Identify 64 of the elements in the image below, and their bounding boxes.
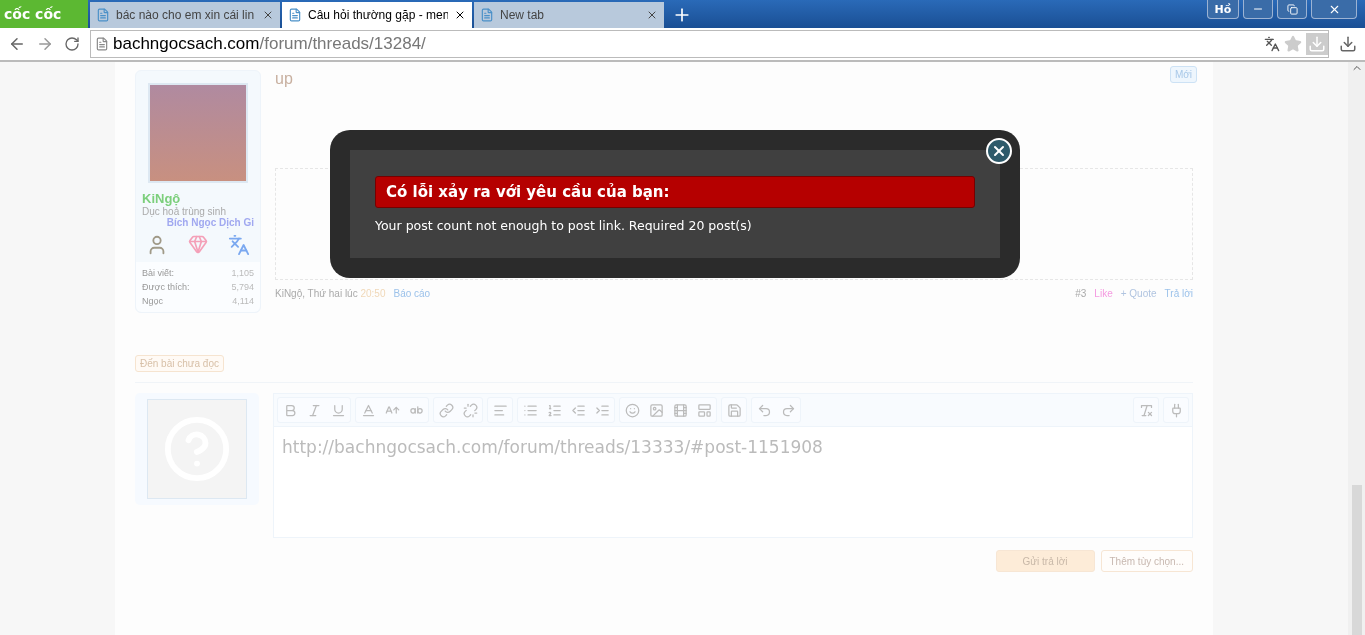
stat-value: 5,794 <box>231 282 254 292</box>
page-icon <box>480 8 494 22</box>
italic-icon[interactable] <box>306 402 322 418</box>
align-icon[interactable] <box>492 402 508 418</box>
stat-value: 4,114 <box>232 296 254 306</box>
stat-label: Bài viết: <box>142 268 174 278</box>
page-icon <box>288 8 302 22</box>
unlink-icon[interactable] <box>462 402 478 418</box>
user-rank: Bích Ngọc Dịch Gi <box>165 217 255 228</box>
username[interactable]: KiNgộ <box>136 191 260 206</box>
reply-input-field[interactable]: http://bachngocsach.com/forum/threads/13333/#post-1151908 <box>273 427 1193 538</box>
color-icon[interactable] <box>360 402 376 418</box>
forward-icon[interactable] <box>36 35 54 53</box>
redo-icon[interactable] <box>780 402 796 418</box>
numbers-icon[interactable] <box>546 402 562 418</box>
undo-icon[interactable] <box>756 402 772 418</box>
outdent-icon[interactable] <box>570 402 586 418</box>
browser-tab[interactable]: bác nào cho em xin cái lin <box>90 2 280 28</box>
clear-icon[interactable] <box>1138 402 1154 418</box>
stat-value: 1,105 <box>231 268 254 278</box>
image-icon[interactable] <box>648 402 664 418</box>
scrollbar-thumb[interactable] <box>1351 485 1362 635</box>
reply-link[interactable]: Trả lời <box>1164 288 1193 299</box>
browser-tab[interactable]: New tab <box>474 2 664 28</box>
indent-icon[interactable] <box>594 402 610 418</box>
like-link[interactable]: Like <box>1094 288 1113 299</box>
more-options-button[interactable]: Thêm tùy chọn... <box>1100 550 1193 572</box>
unread-link[interactable]: Đến bài chưa đọc <box>135 355 224 372</box>
gem-icon <box>188 234 208 254</box>
post-message: up <box>275 70 293 88</box>
close-icon[interactable] <box>991 143 1007 159</box>
translate-icon <box>228 234 250 256</box>
stat-label: Được thích: <box>142 282 190 292</box>
save-icon[interactable] <box>726 402 742 418</box>
profile-button[interactable]: Hồ <box>1207 0 1239 19</box>
user-title: Dục hoả trùng sinh <box>141 206 226 217</box>
translate-icon[interactable] <box>1264 36 1280 52</box>
smiley-icon[interactable] <box>624 402 640 418</box>
close-icon[interactable] <box>262 9 274 21</box>
close-icon[interactable] <box>454 9 466 21</box>
underline-icon[interactable] <box>330 402 346 418</box>
page-icon <box>96 8 110 22</box>
report-link[interactable]: Báo cáo <box>393 288 431 299</box>
back-icon[interactable] <box>8 35 26 53</box>
address-bar[interactable]: bachngocsach.com/forum/threads/13284/ <box>90 30 1329 58</box>
browser-logo[interactable]: cốc cốc <box>0 0 88 28</box>
new-badge: Mới <box>1169 66 1197 83</box>
page-icon <box>95 37 109 51</box>
link-icon[interactable] <box>438 402 454 418</box>
browser-tab[interactable]: Câu hỏi thường gặp - men <box>282 2 472 28</box>
star-icon[interactable] <box>1284 35 1302 53</box>
template-icon[interactable] <box>696 402 712 418</box>
bullets-icon[interactable] <box>522 402 538 418</box>
restore-icon[interactable] <box>1286 3 1298 15</box>
reload-icon[interactable] <box>64 36 80 52</box>
post-number: #3 <box>1075 288 1087 299</box>
close-icon[interactable] <box>646 9 658 21</box>
error-message: Your post count not enough to post link. Required 20 post(s) <box>375 218 753 233</box>
post-author: KiNgộ, Thứ hai lúc 20:50 <box>275 288 386 299</box>
media-icon[interactable] <box>672 402 688 418</box>
quote-link[interactable]: + Quote <box>1120 288 1157 299</box>
download-icon[interactable] <box>1339 35 1357 53</box>
error-title: Có lỗi xảy ra với yêu cầu của bạn: <box>375 176 975 208</box>
stat-label: Ngọc <box>142 296 163 306</box>
